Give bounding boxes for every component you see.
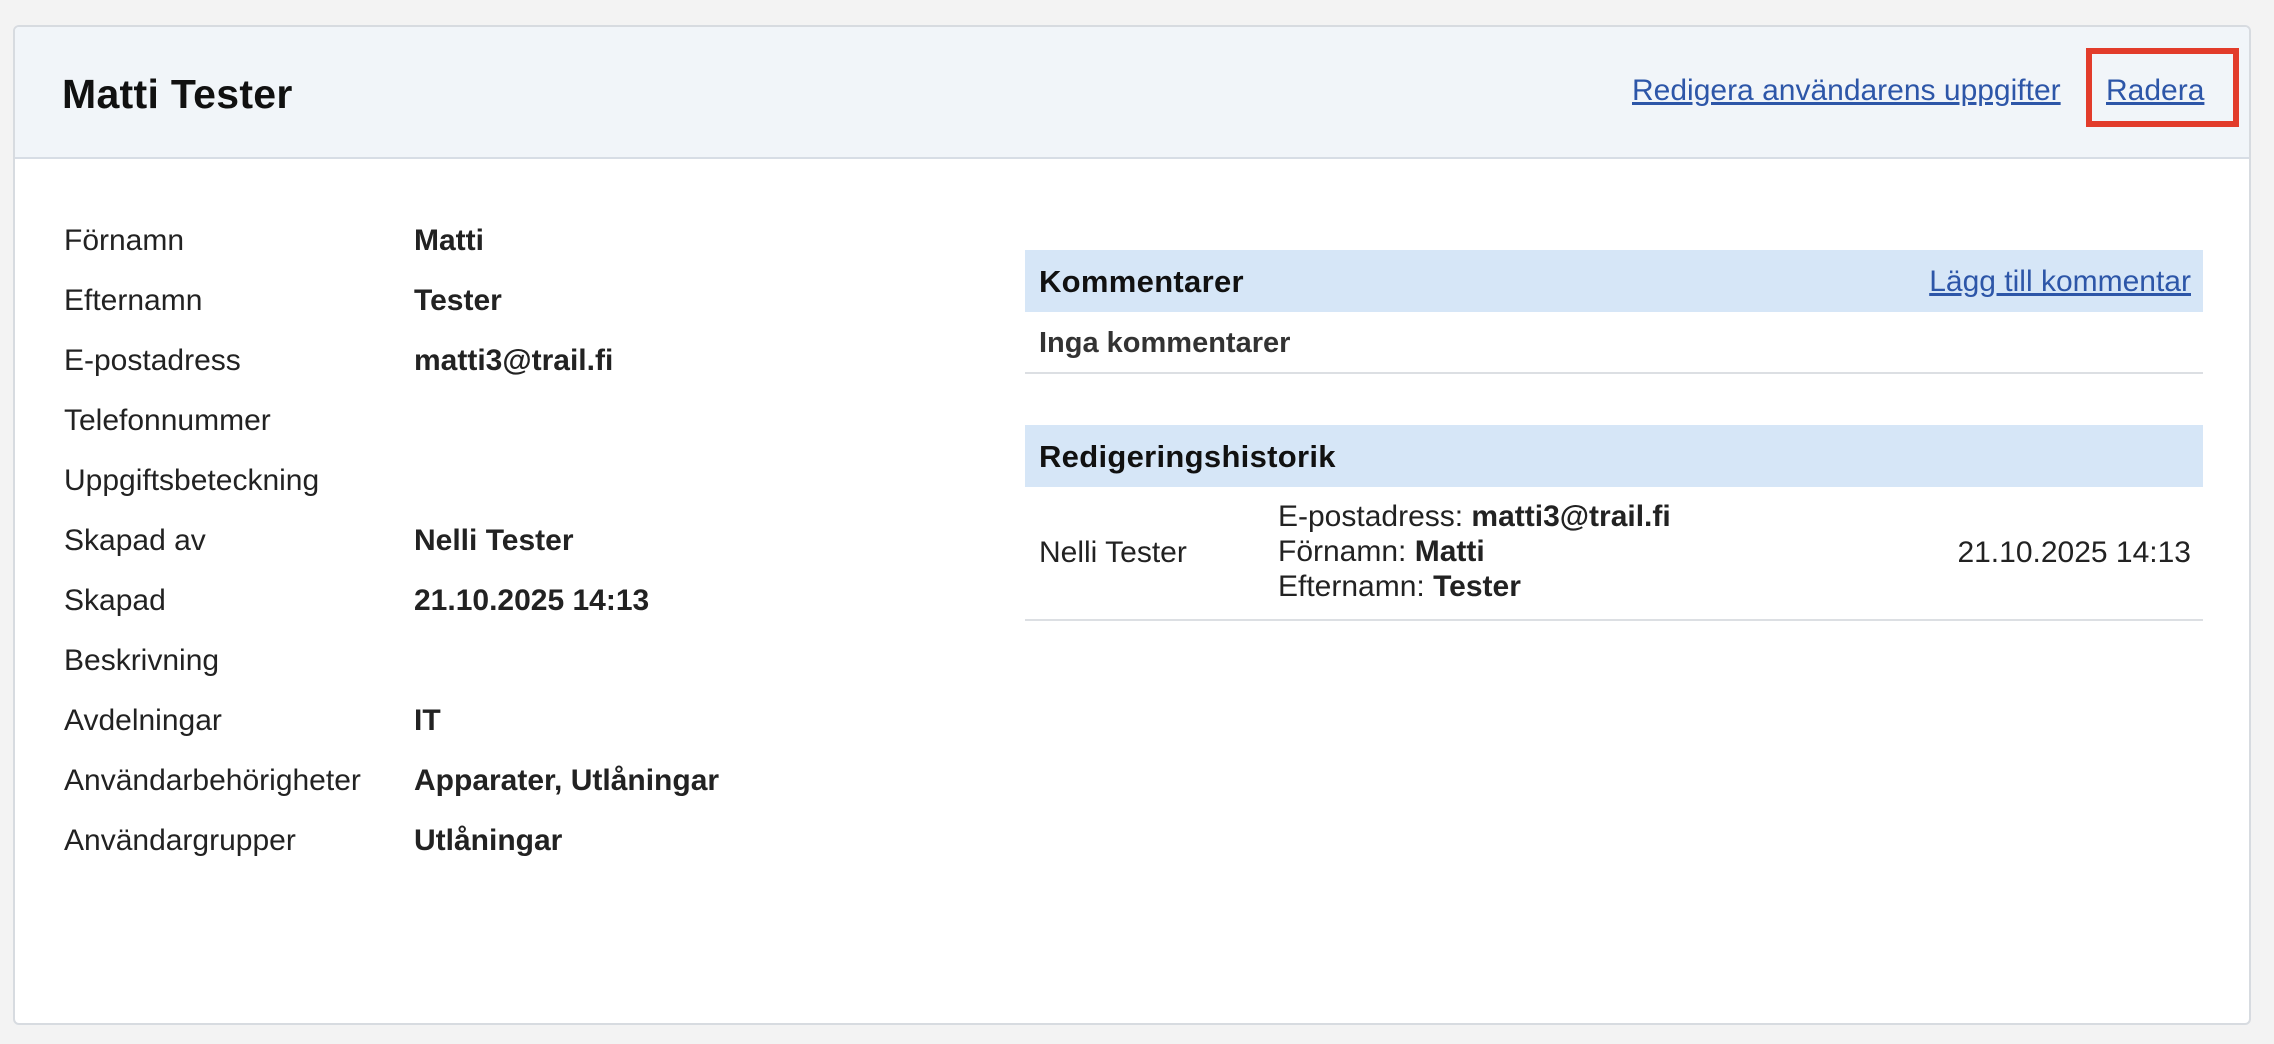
history-change-line: Efternamn: Tester: [1278, 569, 1671, 604]
detail-row-description: Beskrivning: [64, 627, 964, 687]
history-changes: E-postadress: matti3@trail.fi Förnamn: M…: [1278, 499, 1671, 604]
detail-value: Apparater, Utlåningar: [414, 764, 720, 797]
detail-label: Användarbehörigheter: [64, 764, 361, 797]
detail-label: Efternamn: [64, 284, 203, 317]
comments-empty-row: Inga kommentarer: [1025, 312, 2203, 374]
detail-label: Avdelningar: [64, 704, 222, 737]
detail-value: 21.10.2025 14:13: [414, 584, 650, 617]
history-change-field: Efternamn:: [1278, 570, 1434, 603]
detail-row-task-designation: Uppgiftsbeteckning: [64, 447, 964, 507]
detail-label: Användargrupper: [64, 824, 296, 857]
detail-row-created: Skapad 21.10.2025 14:13: [64, 567, 964, 627]
detail-row-user-permissions: Användarbehörigheter Apparater, Utlåning…: [64, 747, 964, 807]
detail-label: Skapad: [64, 584, 166, 617]
history-change-line: Förnamn: Matti: [1278, 534, 1671, 569]
detail-row-user-groups: Användargrupper Utlåningar: [64, 807, 964, 867]
history-change-field: Förnamn:: [1278, 535, 1415, 568]
edit-user-link[interactable]: Redigera användarens uppgifter: [1632, 71, 2061, 111]
delete-user-link[interactable]: Radera: [2106, 71, 2204, 111]
detail-row-email: E-postadress matti3@trail.fi: [64, 327, 964, 387]
detail-value: Matti: [414, 224, 484, 257]
detail-value: Nelli Tester: [414, 524, 574, 557]
detail-label: Telefonnummer: [64, 404, 271, 437]
history-change-value: Tester: [1433, 570, 1521, 603]
add-comment-link[interactable]: Lägg till kommentar: [1929, 264, 2191, 300]
detail-value: Tester: [414, 284, 502, 317]
detail-value: Utlåningar: [414, 824, 563, 857]
detail-label: E-postadress: [64, 344, 241, 377]
comments-title: Kommentarer: [1039, 264, 1244, 299]
detail-value: matti3@trail.fi: [414, 344, 614, 377]
history-date: 21.10.2025 14:13: [1957, 536, 2191, 569]
history-user: Nelli Tester: [1039, 536, 1187, 569]
history-title: Redigeringshistorik: [1039, 439, 1336, 474]
comments-empty-text: Inga kommentarer: [1039, 327, 1291, 359]
history-change-field: E-postadress:: [1278, 500, 1472, 533]
detail-value: IT: [414, 704, 441, 737]
history-panel-header: Redigeringshistorik: [1025, 425, 2203, 487]
detail-row-phone: Telefonnummer: [64, 387, 964, 447]
detail-row-first-name: Förnamn Matti: [64, 207, 964, 267]
card-header: Matti Tester Redigera användarens uppgif…: [15, 27, 2249, 159]
comments-panel-header: Kommentarer Lägg till kommentar: [1025, 250, 2203, 312]
detail-row-last-name: Efternamn Tester: [64, 267, 964, 327]
detail-row-departments: Avdelningar IT: [64, 687, 964, 747]
user-details-card: Matti Tester Redigera användarens uppgif…: [13, 25, 2251, 1025]
detail-label: Skapad av: [64, 524, 206, 557]
history-change-value: matti3@trail.fi: [1471, 500, 1671, 533]
history-entry: Nelli Tester E-postadress: matti3@trail.…: [1025, 487, 2203, 621]
user-details-list: Förnamn Matti Efternamn Tester E-postadr…: [64, 207, 964, 867]
detail-label: Uppgiftsbeteckning: [64, 464, 320, 497]
detail-label: Förnamn: [64, 224, 185, 257]
page-title: Matti Tester: [62, 71, 293, 117]
detail-label: Beskrivning: [64, 644, 220, 677]
history-change-value: Matti: [1414, 535, 1485, 568]
history-change-line: E-postadress: matti3@trail.fi: [1278, 499, 1671, 534]
detail-row-created-by: Skapad av Nelli Tester: [64, 507, 964, 567]
